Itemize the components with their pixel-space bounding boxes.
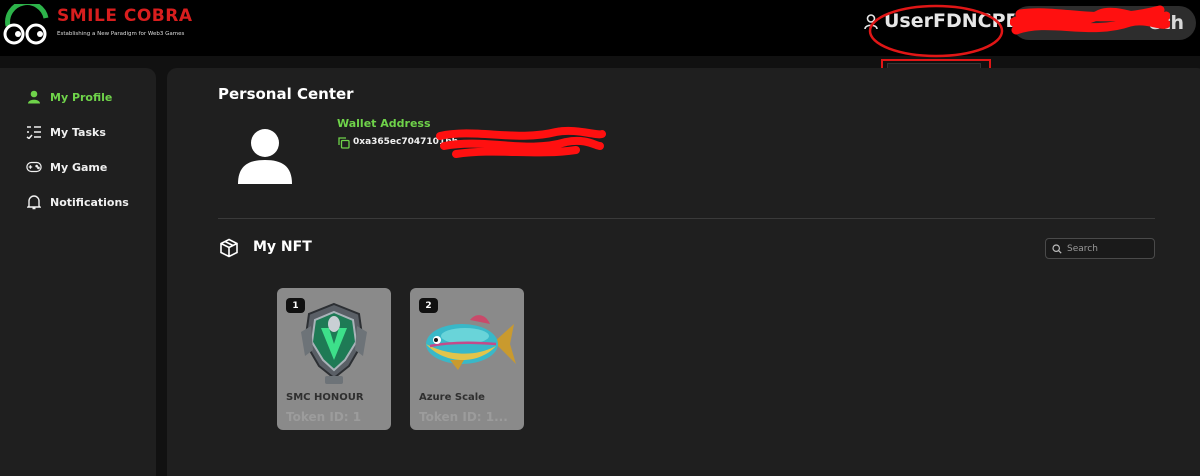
nft-search-box[interactable] [1045, 238, 1155, 259]
sidebar-item-label: My Tasks [50, 125, 106, 139]
nft-badge: 1 [286, 298, 305, 313]
section-divider [218, 218, 1155, 219]
user-icon [26, 89, 42, 105]
sidebar-item-my-game[interactable]: My Game [26, 158, 107, 176]
nft-badge: 2 [419, 298, 438, 313]
nft-name: SMC HONOUR [286, 392, 364, 403]
avatar[interactable] [236, 128, 294, 184]
sidebar-item-my-tasks[interactable]: My Tasks [26, 123, 106, 141]
brand-title[interactable]: SMILE COBRA [57, 6, 192, 26]
brand-tagline: Establishing a New Paradigm for Web3 Gam… [57, 31, 185, 37]
redaction-scribble [436, 126, 606, 158]
wallet-address-label: Wallet Address [337, 117, 431, 130]
cube-icon [220, 238, 238, 258]
nft-card[interactable]: 1 SMC HONOUR Token ID: 1 [277, 288, 391, 430]
annotation-circle [868, 4, 1004, 58]
nft-token-id: Token ID: 1 [286, 410, 362, 424]
search-input[interactable] [1067, 243, 1152, 254]
tasks-icon [26, 124, 42, 140]
sidebar-item-notifications[interactable]: Notifications [26, 193, 129, 211]
copy-icon[interactable] [338, 137, 350, 149]
nft-name: Azure Scale [419, 392, 485, 403]
search-icon [1052, 243, 1062, 254]
top-header: SMILE COBRA Establishing a New Paradigm … [0, 0, 1200, 58]
redaction-scribble [1010, 5, 1170, 35]
nft-token-id: Token ID: 1... [419, 410, 508, 424]
sidebar-item-label: My Game [50, 160, 108, 174]
sidebar-item-my-profile[interactable]: My Profile [26, 88, 112, 106]
nft-card[interactable]: 2 Azure Scale Token ID: 1... [410, 288, 524, 430]
bell-icon [26, 194, 42, 210]
sidebar-item-label: My Profile [50, 90, 113, 104]
logo-icon[interactable] [2, 4, 52, 48]
gamepad-icon [26, 159, 42, 175]
my-nft-title: My NFT [253, 239, 312, 255]
sidebar-item-label: Notifications [50, 195, 129, 209]
page-title: Personal Center [218, 85, 354, 103]
